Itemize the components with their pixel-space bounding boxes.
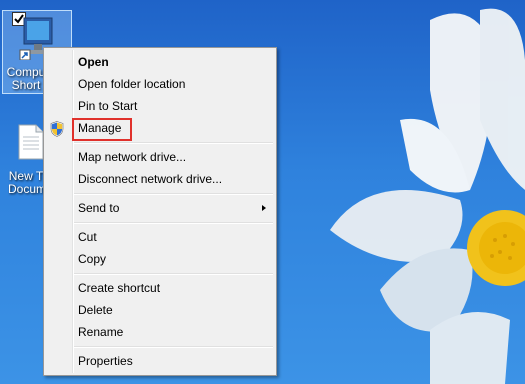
- menu-item-delete[interactable]: Delete: [46, 299, 274, 321]
- menu-item-rename[interactable]: Rename: [46, 321, 274, 343]
- menu-separator: [74, 142, 273, 144]
- menu-separator: [74, 222, 273, 224]
- menu-item-pin-to-start[interactable]: Pin to Start: [46, 95, 274, 117]
- desktop-icon-label: Compu Short: [6, 66, 46, 92]
- submenu-arrow-icon: [262, 205, 266, 211]
- desktop-icon-label: New T Docum: [8, 170, 44, 196]
- menu-item-send-to[interactable]: Send to: [46, 197, 274, 219]
- shield-icon: [50, 121, 64, 137]
- menu-item-open[interactable]: Open: [46, 51, 274, 73]
- manage-highlight-box: [72, 118, 132, 141]
- menu-item-properties[interactable]: Properties: [46, 350, 274, 372]
- menu-item-open-folder-location[interactable]: Open folder location: [46, 73, 274, 95]
- menu-item-copy[interactable]: Copy: [46, 248, 274, 270]
- context-menu: Open Open folder location Pin to Start M…: [43, 47, 277, 376]
- menu-item-create-shortcut[interactable]: Create shortcut: [46, 277, 274, 299]
- menu-item-disconnect-network-drive[interactable]: Disconnect network drive...: [46, 168, 274, 190]
- menu-item-map-network-drive[interactable]: Map network drive...: [46, 146, 274, 168]
- text-document-icon: [18, 124, 44, 160]
- menu-separator: [74, 346, 273, 348]
- menu-item-cut[interactable]: Cut: [46, 226, 274, 248]
- menu-separator: [74, 273, 273, 275]
- menu-separator: [74, 193, 273, 195]
